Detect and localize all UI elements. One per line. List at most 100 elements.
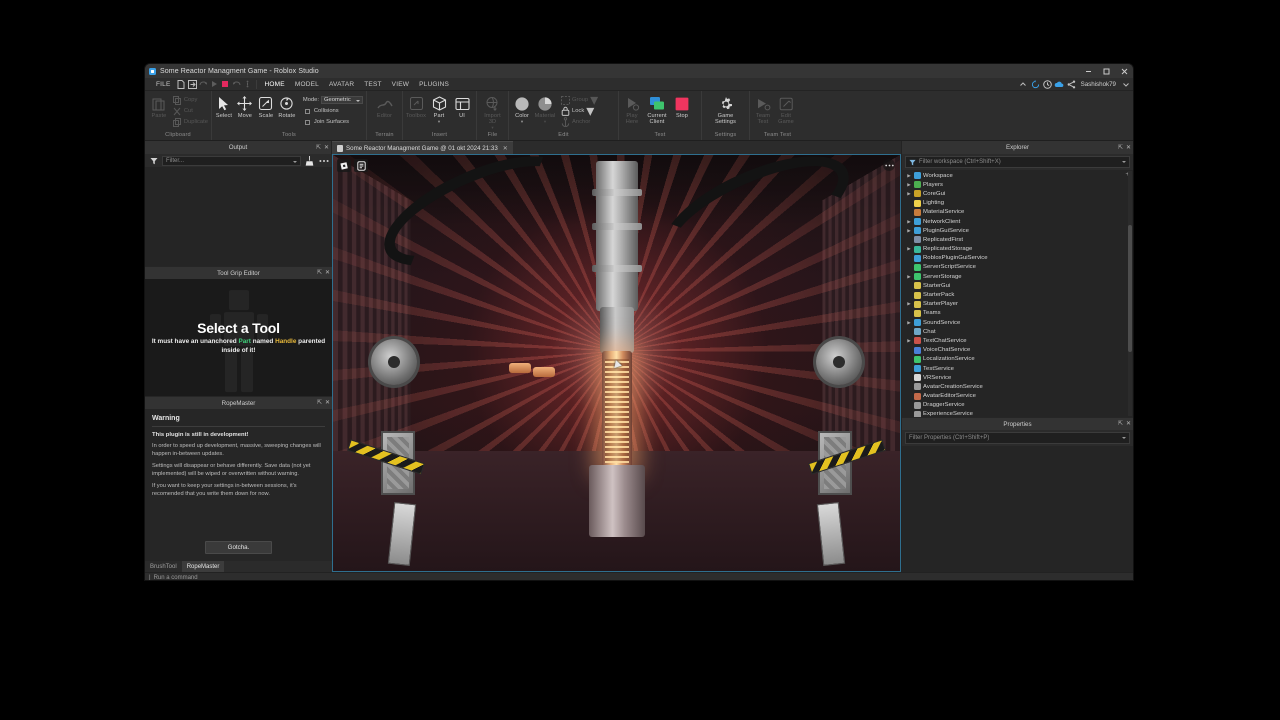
explorer-item[interactable]: ▶ VoiceChatService [902, 346, 1133, 355]
popout-icon[interactable]: ⇱ [1118, 421, 1123, 427]
explorer-item[interactable]: ▶ ServerScriptService [902, 263, 1133, 272]
explorer-item[interactable]: ▶ PluginGuiService [902, 226, 1133, 235]
output-filter-input[interactable]: Filter... [162, 155, 301, 166]
chevron-down-icon[interactable]: ▾ [521, 119, 523, 124]
explorer-item[interactable]: ▶ RobloxPluginGuiService [902, 254, 1133, 263]
close-icon[interactable]: ✕ [1126, 145, 1131, 151]
roblox-studio-icon[interactable] [337, 159, 351, 172]
explorer-item[interactable]: ▶ StarterGui [902, 281, 1133, 290]
explorer-item[interactable]: ▶ Players [902, 180, 1133, 189]
clock-icon[interactable] [1042, 79, 1053, 90]
stop-button[interactable]: Stop [671, 93, 693, 119]
refresh-icon[interactable] [1030, 79, 1041, 90]
expand-arrow-icon[interactable]: ▶ [906, 274, 912, 280]
popout-icon[interactable]: ⇱ [316, 145, 321, 151]
expand-arrow-icon[interactable]: ▶ [906, 191, 912, 197]
explorer-item[interactable]: ▶ ServerStorage [902, 272, 1133, 281]
account-name[interactable]: Sashishok79 [1078, 81, 1119, 88]
explorer-item[interactable]: ▶ Workspace [902, 171, 1133, 180]
plugin-tab-brushtool[interactable]: BrushTool [145, 561, 182, 572]
tool-grip-editor-panel[interactable]: Select a Tool It must have an unanchored… [145, 279, 332, 396]
explorer-item[interactable]: ▶ AvatarEditorService [902, 392, 1133, 401]
gotcha-button[interactable]: Gotcha. [204, 541, 273, 554]
explorer-item[interactable]: ▶ TextChatService [902, 336, 1133, 345]
part-button[interactable]: Part ▾ [428, 93, 450, 124]
close-icon[interactable]: ✕ [503, 145, 508, 152]
maximize-icon[interactable] [1097, 64, 1115, 78]
explorer-scrollbar[interactable] [1128, 171, 1132, 416]
explorer-item[interactable]: ▶ AvatarCreationService [902, 382, 1133, 391]
expand-arrow-icon[interactable]: ▶ [906, 228, 912, 234]
menu-tab-avatar[interactable]: AVATAR [324, 81, 359, 88]
explorer-item[interactable]: ▶ LocalizationService [902, 355, 1133, 364]
expand-arrow-icon[interactable]: ▶ [906, 182, 912, 188]
mode-value[interactable]: Geometric [321, 96, 363, 104]
expand-arrow-icon[interactable]: ▶ [906, 338, 912, 344]
popout-icon[interactable]: ⇱ [317, 400, 322, 406]
color-button[interactable]: Color ▾ [511, 93, 533, 124]
join-surfaces-checkbox[interactable]: Join Surfaces [303, 117, 363, 127]
viewport-tab[interactable]: Some Reactor Managment Game @ 01 okt 202… [332, 141, 513, 154]
explorer-tree[interactable]: + ▶Workspace▶Players▶CoreGui▶Lighting▶Ma… [902, 170, 1133, 417]
cloud-icon[interactable] [1054, 79, 1065, 90]
3d-viewport[interactable] [332, 154, 901, 572]
explorer-item[interactable]: ▶ SoundService [902, 318, 1133, 327]
lock-button[interactable]: Lock ▾ [561, 103, 598, 120]
popout-icon[interactable]: ⇱ [1118, 145, 1123, 151]
expand-arrow-icon[interactable]: ▶ [906, 320, 912, 326]
stop-icon[interactable] [220, 79, 231, 90]
close-icon[interactable]: ✕ [325, 400, 330, 406]
menu-tab-home[interactable]: HOME [260, 81, 290, 88]
ui-button[interactable]: UI [451, 93, 473, 119]
explorer-item[interactable]: ▶ VRService [902, 373, 1133, 382]
expand-arrow-icon[interactable]: ▶ [906, 246, 912, 252]
collisions-checkbox[interactable]: Collisions [303, 106, 363, 116]
explorer-item[interactable]: ▶ ReplicatedFirst [902, 235, 1133, 244]
scale-tool-button[interactable]: Scale [256, 93, 276, 119]
select-tool-button[interactable]: Select [214, 93, 234, 119]
popout-icon[interactable]: ⇱ [317, 270, 322, 276]
ellipsis-icon[interactable] [318, 155, 329, 166]
menu-tab-model[interactable]: MODEL [290, 81, 324, 88]
properties-filter-input[interactable]: Filter Properties (Ctrl+Shift+P) [905, 432, 1130, 444]
explorer-item[interactable]: ▶ Lighting [902, 199, 1133, 208]
expand-arrow-icon[interactable]: ▶ [906, 173, 912, 179]
explorer-item[interactable]: ▶ CoreGui [902, 189, 1133, 198]
plugin-tab-ropemaster[interactable]: RopeMaster [181, 561, 225, 572]
mode-selector[interactable]: Mode: Geometric [303, 95, 363, 105]
script-icon[interactable] [354, 159, 368, 172]
command-bar[interactable]: | Run a command [145, 572, 1133, 580]
broom-icon[interactable] [304, 155, 315, 166]
expand-arrow-icon[interactable]: ▶ [906, 219, 912, 225]
explorer-item[interactable]: ▶ NetworkClient [902, 217, 1133, 226]
expand-arrow-icon[interactable]: ▶ [906, 301, 912, 307]
explorer-item[interactable]: ▶ StarterPlayer [902, 300, 1133, 309]
explorer-item[interactable]: ▶ DraggerService [902, 401, 1133, 410]
move-tool-button[interactable]: Move [235, 93, 255, 119]
explorer-item[interactable]: ▶ ReplicatedStorage [902, 245, 1133, 254]
close-icon[interactable] [1115, 64, 1133, 78]
explorer-item[interactable]: ▶ Chat [902, 327, 1133, 336]
close-icon[interactable]: ✕ [324, 145, 329, 151]
chevron-down-icon[interactable]: ▾ [438, 119, 440, 124]
open-file-icon[interactable] [187, 79, 198, 90]
menu-file[interactable]: FILE [151, 81, 176, 88]
chevron-down-icon[interactable] [1120, 79, 1131, 90]
rotate-tool-button[interactable]: Rotate [277, 93, 297, 119]
menu-tab-test[interactable]: TEST [359, 81, 386, 88]
explorer-item[interactable]: ▶ StarterPack [902, 290, 1133, 299]
close-icon[interactable]: ✕ [325, 270, 330, 276]
explorer-item[interactable]: ▶ExperienceService [902, 410, 1133, 417]
explorer-item[interactable]: ▶ TestService [902, 364, 1133, 373]
output-log-area[interactable] [145, 167, 332, 266]
game-settings-button[interactable]: Game Settings [713, 93, 739, 125]
new-file-icon[interactable] [176, 79, 187, 90]
viewport-options-icon[interactable] [883, 159, 895, 171]
share-icon[interactable] [1066, 79, 1077, 90]
funnel-icon[interactable] [148, 155, 159, 166]
properties-list[interactable] [902, 446, 1133, 572]
menu-tab-plugins[interactable]: PLUGINS [414, 81, 454, 88]
minimize-icon[interactable] [1079, 64, 1097, 78]
caret-up-icon[interactable] [1018, 79, 1029, 90]
close-icon[interactable]: ✕ [1126, 421, 1131, 427]
